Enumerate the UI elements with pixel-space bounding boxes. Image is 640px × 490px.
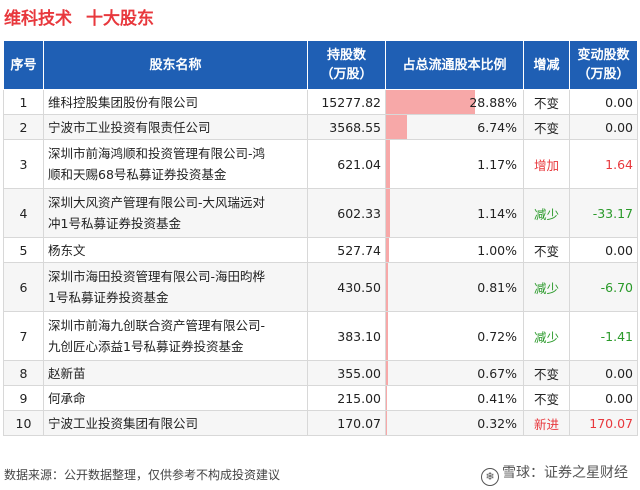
header-idx: 序号 xyxy=(3,40,44,90)
title-subtitle: 十大股东 xyxy=(86,9,154,29)
table-row: 1 维科控股集团股份有限公司 15277.82 28.88% 不变 0.00 xyxy=(3,89,638,115)
table-row: 3 深圳市前海鸿顺和投资管理有限公司-鸿 顺和天赐68号私募证券投资基金 621.… xyxy=(3,139,638,189)
header-ratio: 占总流通股本比例 xyxy=(385,40,524,90)
page-title: 维科技术 十大股东 xyxy=(4,4,154,34)
ratio-bar: 0.72% xyxy=(385,311,524,361)
table-row: 8 赵新苗 355.00 0.67% 不变 0.00 xyxy=(3,360,638,386)
ratio-bar: 0.41% xyxy=(385,385,524,411)
header-shares: 持股数 （万股） xyxy=(307,40,386,90)
ratio-bar: 1.17% xyxy=(385,139,524,189)
header-name: 股东名称 xyxy=(43,40,308,90)
ratio-bar: 1.14% xyxy=(385,188,524,238)
table-row: 10 宁波工业投资集团有限公司 170.07 0.32% 新进 170.07 xyxy=(3,410,638,436)
table-header-row: 序号 股东名称 持股数 （万股） 占总流通股本比例 增减 变动股数 （万股） xyxy=(3,40,638,90)
table-row: 7 深圳市前海九创联合资产管理有限公司- 九创匠心添益1号私募证券投资基金 383… xyxy=(3,311,638,361)
ratio-bar: 0.81% xyxy=(385,262,524,312)
ratio-bar: 28.88% xyxy=(385,89,524,115)
header-change: 增减 xyxy=(523,40,570,90)
ratio-bar: 0.32% xyxy=(385,410,524,436)
shareholders-table: 序号 股东名称 持股数 （万股） 占总流通股本比例 增减 变动股数 （万股） 1 维… xyxy=(3,40,638,436)
ratio-bar: 6.74% xyxy=(385,114,524,140)
header-delta: 变动股数 （万股） xyxy=(569,40,638,90)
table-row: 4 深圳大风资产管理有限公司-大风瑞远对 冲1号私募证券投资基金 602.33 1… xyxy=(3,188,638,238)
ratio-bar: 0.67% xyxy=(385,360,524,386)
brand-watermark: ❄ 雪球：证券之星财经 xyxy=(481,462,628,486)
table-row: 6 深圳市海田投资管理有限公司-海田昀桦 1号私募证券投资基金 430.50 0.… xyxy=(3,262,638,312)
ratio-bar: 1.00% xyxy=(385,237,524,263)
data-source-note: 数据来源：公开数据整理，仅供参考不构成投资建议 xyxy=(4,468,281,482)
company-name: 维科技术 xyxy=(4,9,72,29)
table-row: 2 宁波市工业投资有限责任公司 3568.55 6.74% 不变 0.00 xyxy=(3,114,638,140)
snowball-icon: ❄ xyxy=(481,468,499,486)
table-row: 9 何承命 215.00 0.41% 不变 0.00 xyxy=(3,385,638,411)
table-row: 5 杨东文 527.74 1.00% 不变 0.00 xyxy=(3,237,638,263)
